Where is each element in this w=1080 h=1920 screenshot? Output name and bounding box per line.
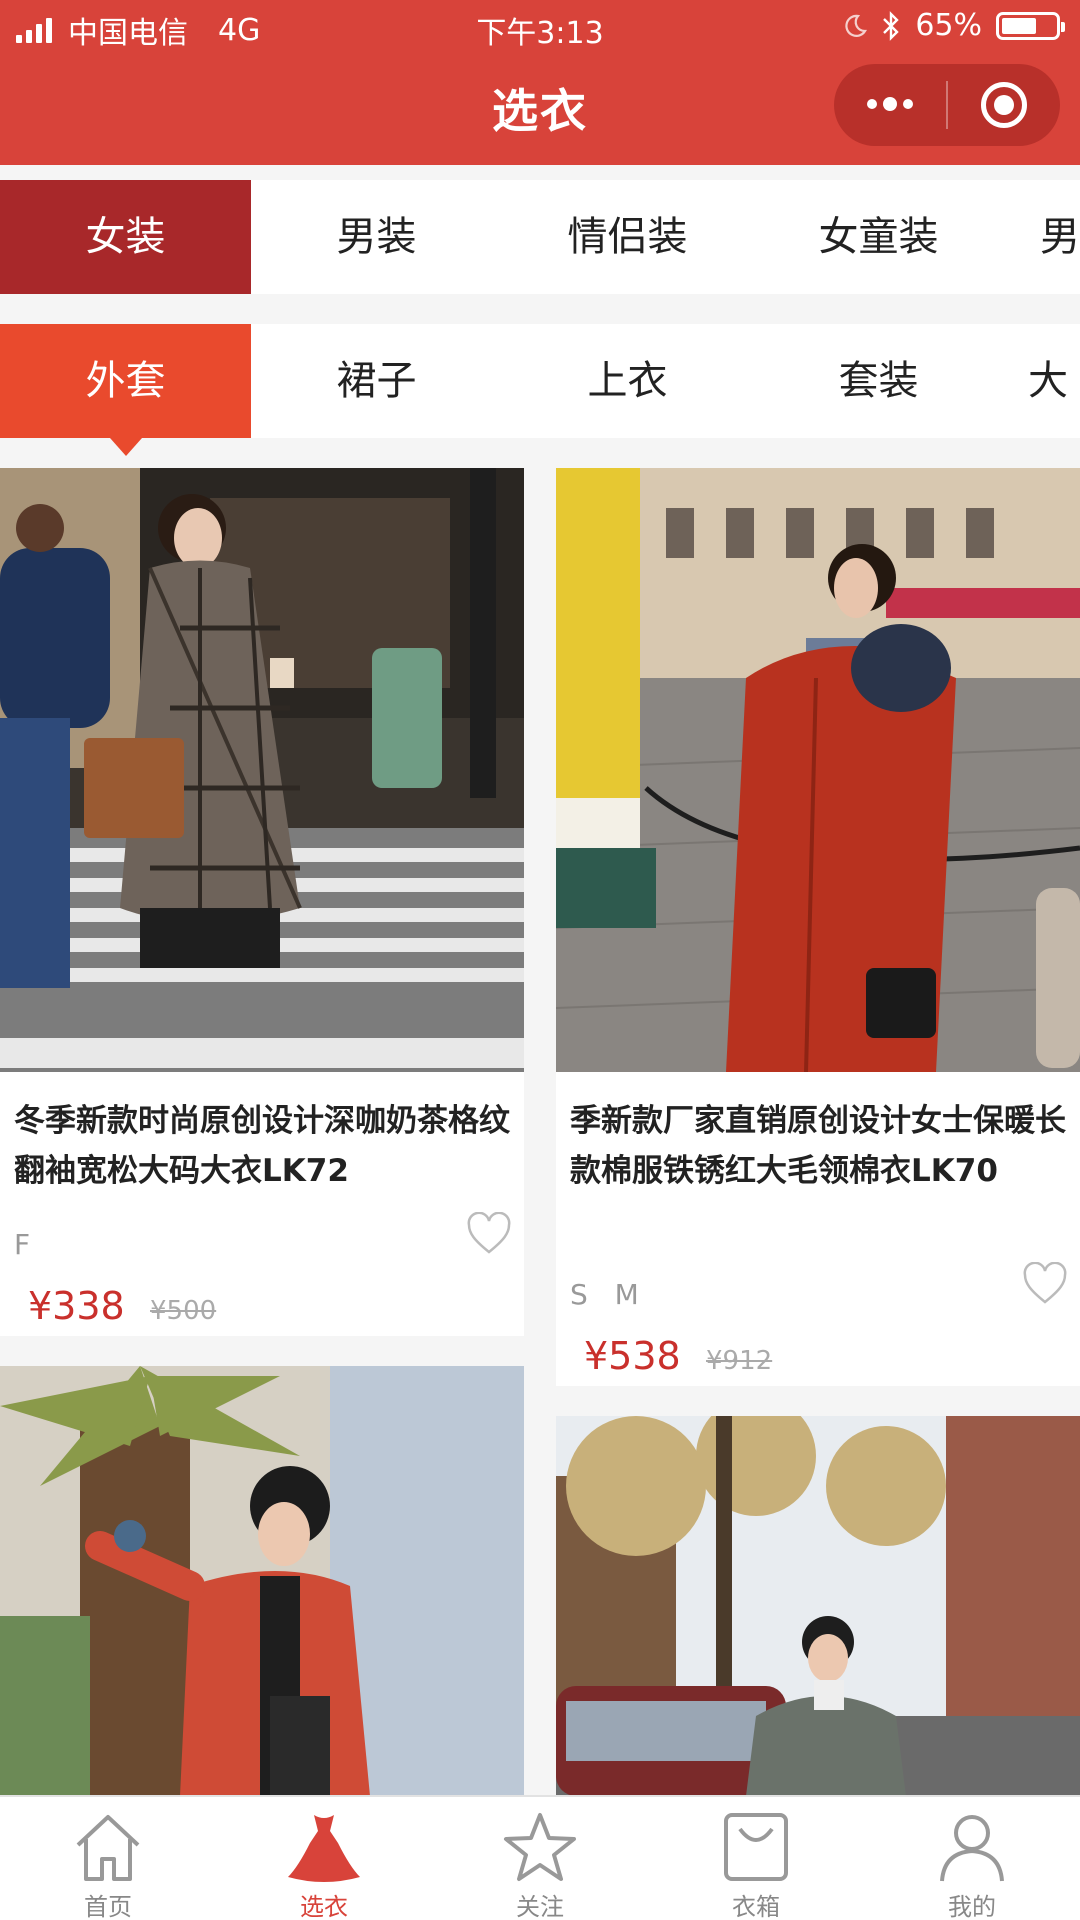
heart-icon[interactable]	[466, 1212, 512, 1256]
battery-percent: 65%	[915, 8, 982, 43]
tabbar-wardrobe[interactable]: 衣箱	[648, 1797, 864, 1920]
tabbar-choose-label: 选衣	[300, 1893, 348, 1920]
status-bar: 中国电信 4G 下午3:13 65%	[0, 0, 1080, 52]
tabbar-home-label: 首页	[84, 1893, 132, 1920]
product-price: ¥538	[584, 1334, 681, 1378]
dress-icon	[288, 1815, 360, 1882]
tab-men[interactable]: 男装	[251, 180, 502, 294]
tabbar-wardrobe-label: 衣箱	[732, 1893, 780, 1920]
battery-icon	[996, 11, 1065, 40]
tab-coats[interactable]: 外套	[0, 324, 251, 456]
moon-icon	[845, 14, 868, 37]
category-tabs: 女装 男装 情侣装 女童装 男	[0, 180, 1080, 294]
product-title[interactable]: 季新款厂家直销原创设计女士保暖长款棉服铁锈红大毛领棉衣LK70	[570, 1096, 1066, 1196]
bag-icon	[724, 1813, 788, 1881]
tab-sets[interactable]: 套装	[753, 324, 1004, 438]
product-photo[interactable]	[556, 1416, 1080, 1796]
top-bar: 中国电信 4G 下午3:13 65% 选衣	[0, 0, 1080, 165]
tabbar-follow-label: 关注	[516, 1893, 564, 1920]
miniprogram-capsule	[834, 64, 1060, 146]
product-photo[interactable]	[556, 468, 1080, 1072]
tab-tops[interactable]: 上衣	[502, 324, 753, 438]
star-icon	[504, 1813, 576, 1881]
tab-skirts[interactable]: 裙子	[251, 324, 502, 438]
product-sizes: F	[14, 1228, 31, 1261]
product-title[interactable]: 冬季新款时尚原创设计深咖奶茶格纹翻袖宽松大码大衣LK72	[14, 1096, 510, 1196]
product-card[interactable]: 季新款厂家直销原创设计女士保暖长款棉服铁锈红大毛领棉衣LK70 S M ¥538…	[556, 468, 1080, 1386]
bottom-tab-bar: 首页 选衣 关注 衣箱 我的	[0, 1795, 1080, 1920]
product-price: ¥338	[28, 1284, 125, 1328]
product-card[interactable]	[0, 1366, 524, 1796]
more-button[interactable]	[834, 64, 946, 146]
more-dots-icon	[867, 97, 913, 111]
subcategory-tabs: 外套 裙子 上衣 套装 大	[0, 324, 1080, 456]
target-icon	[981, 82, 1027, 128]
product-original-price: ¥912	[706, 1346, 773, 1376]
tabbar-mine[interactable]: 我的	[864, 1797, 1080, 1920]
product-sizes: S M	[570, 1278, 639, 1311]
product-card[interactable]	[556, 1416, 1080, 1796]
user-icon	[940, 1815, 1004, 1882]
tab-couples[interactable]: 情侣装	[502, 180, 753, 294]
tabbar-home[interactable]: 首页	[0, 1797, 216, 1920]
tab-boys[interactable]: 男	[1004, 180, 1080, 294]
tabbar-choose[interactable]: 选衣	[216, 1797, 432, 1920]
heart-icon[interactable]	[1022, 1262, 1068, 1306]
tab-girls[interactable]: 女童装	[753, 180, 1004, 294]
bluetooth-icon	[883, 10, 900, 41]
tabbar-mine-label: 我的	[948, 1893, 996, 1920]
product-original-price: ¥500	[150, 1296, 217, 1326]
home-icon	[76, 1815, 140, 1881]
tab-women[interactable]: 女装	[0, 180, 251, 294]
tab-more[interactable]: 大	[1004, 324, 1080, 438]
tabbar-follow[interactable]: 关注	[432, 1797, 648, 1920]
product-card[interactable]: 冬季新款时尚原创设计深咖奶茶格纹翻袖宽松大码大衣LK72 F ¥338 ¥500	[0, 468, 524, 1336]
product-photo[interactable]	[0, 468, 524, 1072]
product-photo[interactable]	[0, 1366, 524, 1796]
close-button[interactable]	[948, 64, 1060, 146]
